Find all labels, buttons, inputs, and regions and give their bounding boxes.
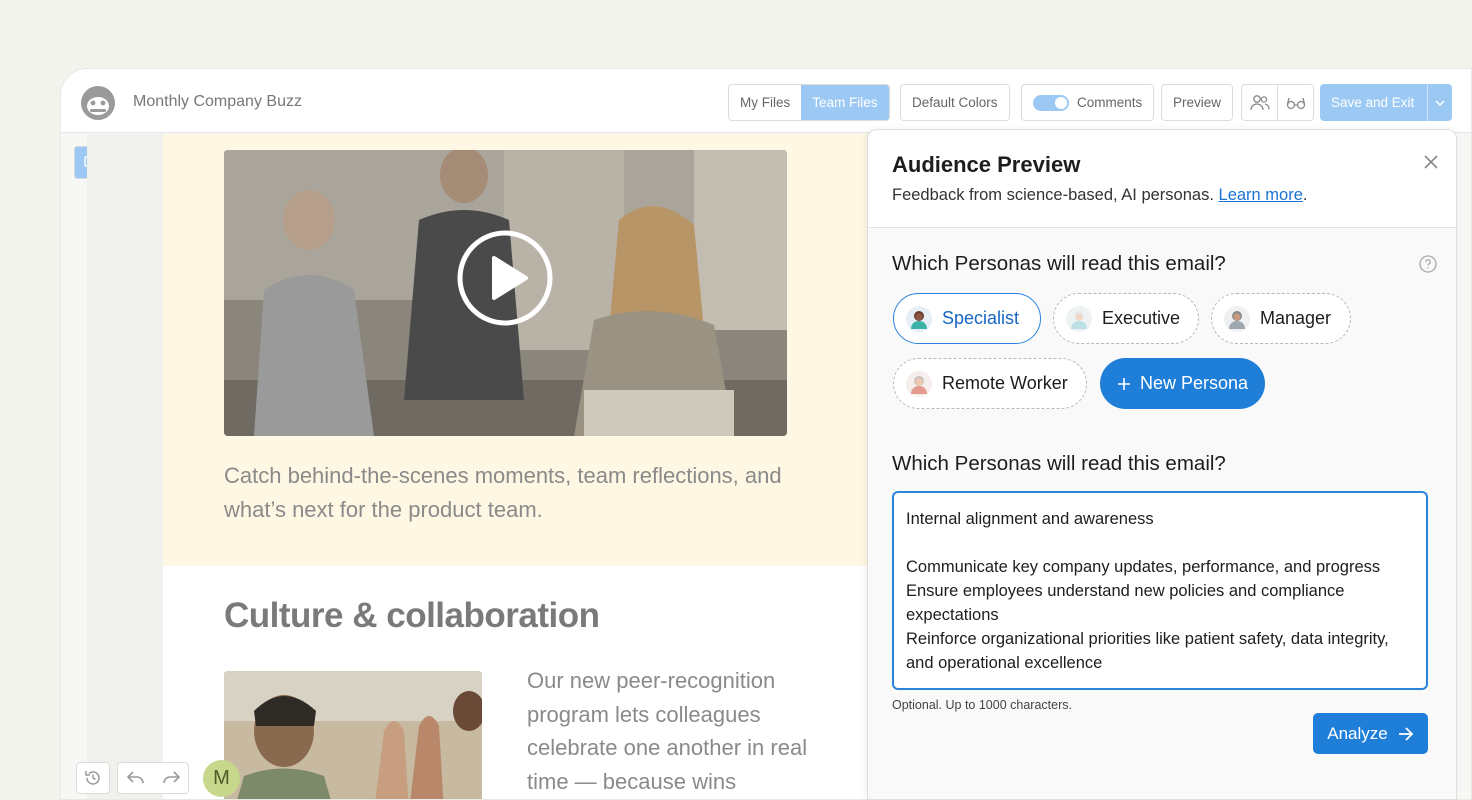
user-avatar[interactable]: M [203, 760, 240, 797]
remote-worker-avatar-icon [906, 370, 932, 397]
comments-toggle[interactable]: Comments [1022, 85, 1154, 120]
celebration-photo[interactable] [224, 671, 482, 799]
help-icon[interactable] [1419, 255, 1437, 273]
persona-label: Executive [1102, 308, 1181, 328]
accessibility-preview-button[interactable] [1278, 85, 1313, 120]
default-colors-button[interactable]: Default Colors [901, 85, 1009, 120]
audience-preview-panel: Audience Preview Feedback from science-b… [867, 129, 1457, 800]
save-and-exit-button[interactable]: Save and Exit [1320, 84, 1452, 121]
undo-redo-group [117, 762, 189, 794]
specialist-avatar-icon [906, 305, 932, 332]
panel-title: Audience Preview [892, 152, 1081, 177]
history-icon [85, 771, 100, 785]
canvas-margin [87, 134, 163, 799]
preview-button[interactable]: Preview [1162, 85, 1233, 120]
persona-chip-manager[interactable]: Manager [1211, 293, 1351, 344]
celebration-image [224, 671, 482, 799]
chevron-down-icon[interactable] [1427, 84, 1452, 121]
new-persona-label: New Persona [1139, 373, 1249, 393]
analyze-label: Analyze [1327, 723, 1388, 743]
team-files-button[interactable]: Team Files [801, 85, 889, 120]
top-bar: Monthly Company Buzz My Files Team Files… [61, 69, 1471, 133]
glasses-icon [1286, 97, 1305, 109]
comments-label: Comments [1077, 95, 1143, 110]
persona-chip-executive[interactable]: Executive [1053, 293, 1199, 344]
hero-section[interactable]: Catch behind-the-scenes moments, team re… [163, 134, 923, 566]
goals-question: Which Personas will read this email? [892, 452, 1226, 475]
subtitle-period: . [1302, 186, 1308, 204]
learn-more-link[interactable]: Learn more [1219, 186, 1303, 204]
plus-icon [1117, 377, 1130, 390]
icon-buttons-group [1241, 84, 1314, 121]
my-files-button[interactable]: My Files [729, 85, 802, 120]
persona-label: Manager [1260, 308, 1332, 328]
subtitle-text: Feedback from science-based, AI personas… [892, 186, 1214, 204]
analyze-button[interactable]: Analyze [1313, 713, 1428, 754]
undo-button[interactable] [118, 763, 153, 793]
undo-icon [126, 771, 144, 784]
new-persona-button[interactable]: New Persona [1100, 358, 1265, 409]
panel-header: Audience Preview Feedback from science-b… [868, 130, 1456, 228]
executive-avatar-icon [1066, 305, 1092, 332]
arrow-right-icon [1398, 726, 1414, 741]
redo-button[interactable] [153, 763, 188, 793]
video-thumbnail[interactable] [224, 150, 787, 436]
email-canvas: Catch behind-the-scenes moments, team re… [163, 134, 923, 799]
close-icon[interactable] [1423, 154, 1439, 170]
personas-question: Which Personas will read this email? [892, 252, 1226, 275]
manager-avatar-icon [1224, 305, 1250, 332]
preview-group: Preview [1161, 84, 1234, 121]
document-title[interactable]: Monthly Company Buzz [133, 93, 302, 111]
persona-chip-remote-worker[interactable]: Remote Worker [893, 358, 1087, 409]
default-colors-group: Default Colors [900, 84, 1010, 121]
play-icon[interactable] [456, 229, 554, 327]
people-icon [1249, 94, 1270, 110]
persona-label: Remote Worker [942, 373, 1068, 393]
save-label: Save and Exit [1331, 95, 1415, 110]
toggle-switch[interactable] [1033, 94, 1069, 111]
files-tabs: My Files Team Files [728, 84, 890, 121]
hero-text[interactable]: Catch behind-the-scenes moments, team re… [224, 459, 824, 527]
section-heading[interactable]: Culture & collaboration [224, 596, 600, 636]
redo-icon [162, 771, 180, 784]
body-text[interactable]: Our new peer-recognition program lets co… [527, 664, 827, 798]
panel-subtitle: Feedback from science-based, AI personas… [892, 186, 1308, 205]
logo-icon [81, 86, 115, 120]
persona-chip-specialist[interactable]: Specialist [893, 293, 1041, 344]
character-limit-hint: Optional. Up to 1000 characters. [892, 698, 1072, 712]
audience-button[interactable] [1242, 85, 1277, 120]
goals-textarea[interactable]: Internal alignment and awareness Communi… [892, 491, 1428, 690]
persona-label: Specialist [942, 308, 1020, 328]
history-button[interactable] [76, 762, 110, 794]
comments-toggle-group: Comments [1021, 84, 1155, 121]
